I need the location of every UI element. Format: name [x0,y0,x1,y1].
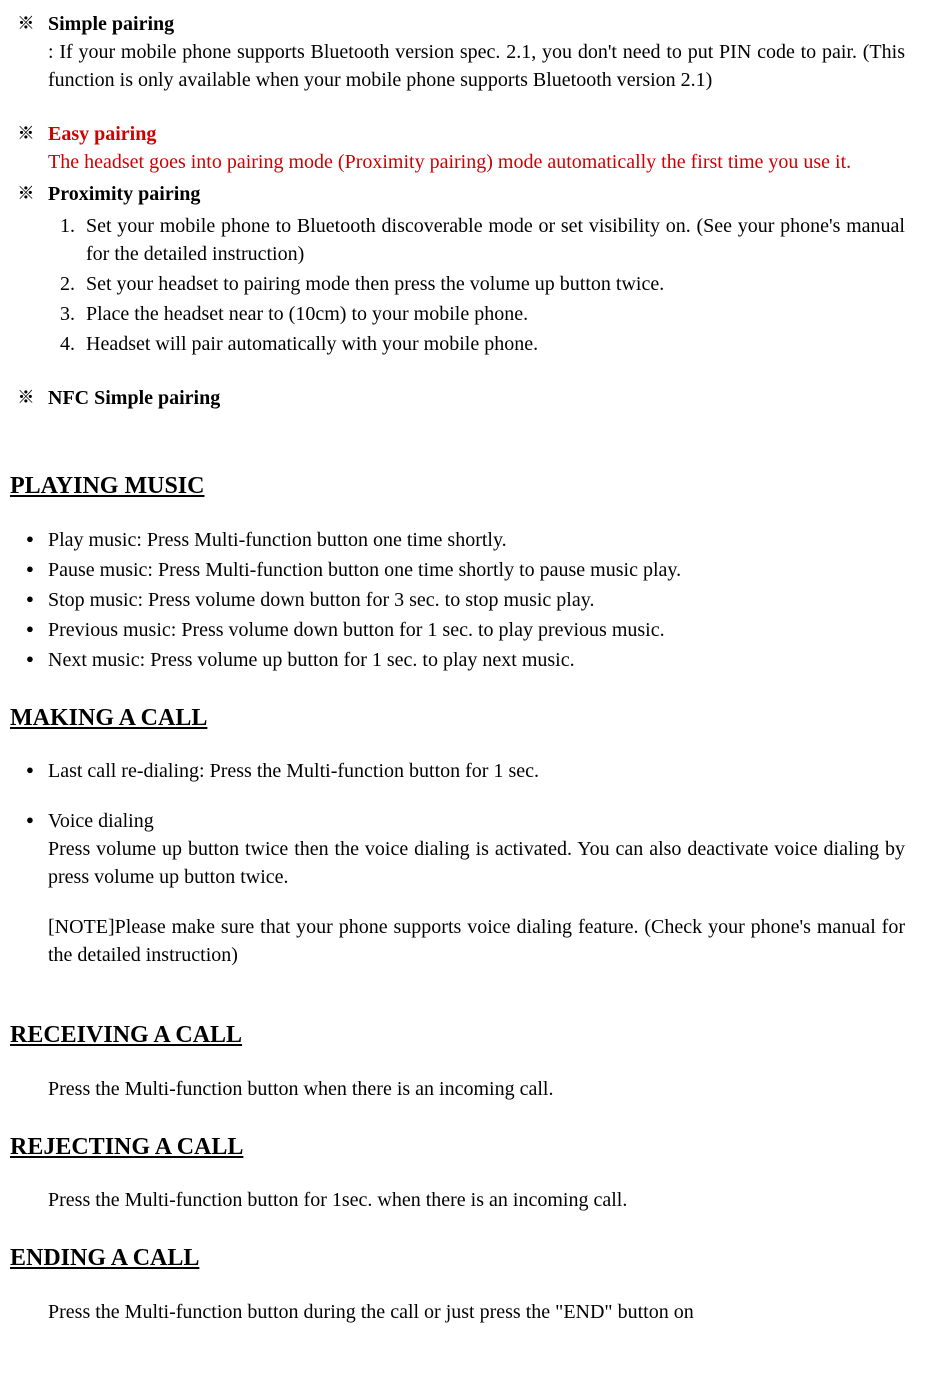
proximity-step-1: Set your mobile phone to Bluetooth disco… [80,212,905,268]
ending-call-heading: ENDING A CALL [10,1242,905,1276]
previous-music-item: Previous music: Press volume down button… [48,616,905,644]
stop-music-item: Stop music: Press volume down button for… [48,586,905,614]
easy-pairing-title: Easy pairing [48,123,156,145]
voice-dialing-body: Press volume up button twice then the vo… [48,835,905,891]
simple-pairing-item: Simple pairing : If your mobile phone su… [48,10,905,94]
voice-dialing-title: Voice dialing [48,807,905,835]
receiving-call-body: Press the Multi-function button when the… [48,1075,905,1103]
simple-pairing-body: : If your mobile phone supports Bluetoot… [48,38,905,94]
nfc-pairing-item: NFC Simple pairing [48,384,905,412]
proximity-step-2: Set your headset to pairing mode then pr… [80,270,905,298]
next-music-item: Next music: Press volume up button for 1… [48,646,905,674]
play-music-item: Play music: Press Multi-function button … [48,526,905,554]
voice-dialing-item: Voice dialing Press volume up button twi… [48,807,905,969]
playing-music-heading: PLAYING MUSIC [10,470,905,504]
pause-music-item: Pause music: Press Multi-function button… [48,556,905,584]
playing-list: Play music: Press Multi-function button … [10,526,905,674]
ending-call-body: Press the Multi-function button during t… [48,1298,905,1326]
making-list: Last call re-dialing: Press the Multi-fu… [10,757,905,969]
easy-pairing-body: The headset goes into pairing mode (Prox… [48,148,905,176]
rejecting-call-heading: REJECTING A CALL [10,1131,905,1165]
receiving-call-heading: RECEIVING A CALL [10,1019,905,1053]
proximity-step-4: Headset will pair automatically with you… [80,330,905,358]
proximity-steps: Set your mobile phone to Bluetooth disco… [10,212,905,358]
simple-pairing-title: Simple pairing [48,13,174,35]
rejecting-call-body: Press the Multi-function button for 1sec… [48,1186,905,1214]
redial-item: Last call re-dialing: Press the Multi-fu… [48,757,905,785]
proximity-step-3: Place the headset near to (10cm) to your… [80,300,905,328]
easy-pairing-item: Easy pairing The headset goes into pairi… [48,120,905,176]
nfc-pairing-title: NFC Simple pairing [48,387,220,409]
proximity-pairing-title: Proximity pairing [48,183,200,205]
proximity-pairing-item: Proximity pairing [48,180,905,208]
making-call-heading: MAKING A CALL [10,702,905,736]
voice-dialing-note: [NOTE]Please make sure that your phone s… [48,913,905,969]
